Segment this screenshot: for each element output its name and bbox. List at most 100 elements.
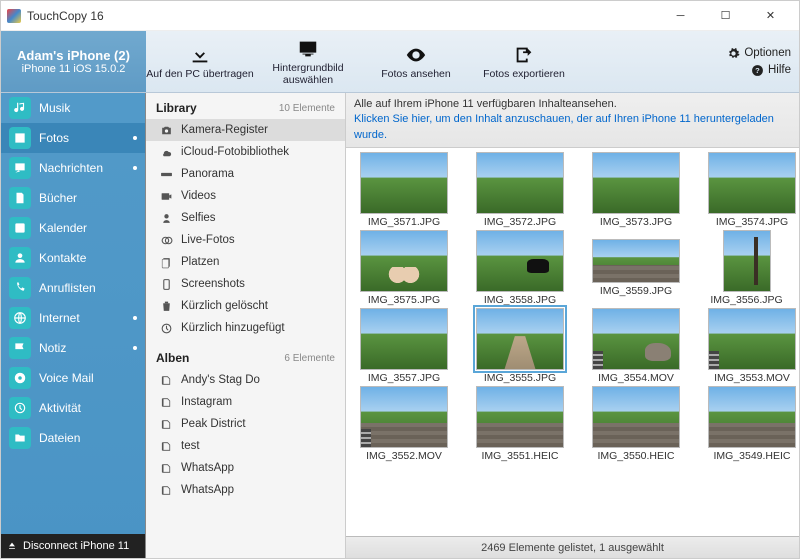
library-item[interactable]: Kürzlich gelöscht [146,295,345,317]
video-indicator-icon [593,351,603,369]
library-item-icon [160,256,173,269]
sidebar-item-label: Bücher [39,191,77,205]
album-icon [160,440,173,453]
thumbnail-label: IMG_3555.JPG [484,372,556,384]
library-item-label: Videos [181,190,216,202]
album-item[interactable]: Peak District [146,413,345,435]
sidebar-item-fotos[interactable]: Fotos [1,123,145,153]
photo-thumbnail[interactable]: IMG_3556.JPG [708,230,785,306]
photo-thumbnail[interactable]: IMG_3574.JPG [708,152,796,228]
sidebar-icon [9,427,31,449]
sidebar-item-label: Anruflisten [39,281,96,295]
sidebar-item-bücher[interactable]: Bücher [1,183,145,213]
library-item-icon [160,300,173,313]
thumbnail-label: IMG_3550.HEIC [597,450,674,462]
library-item[interactable]: Platzen [146,251,345,273]
photo-thumbnail[interactable]: IMG_3554.MOV [592,308,680,384]
info-bar: Alle auf Ihrem iPhone 11 verfügbaren Inh… [346,93,799,148]
export-photos-button[interactable]: Fotos exportieren [470,31,578,92]
help-label: Hilfe [768,64,791,76]
sidebar-item-label: Nachrichten [39,161,103,175]
set-wallpaper-button[interactable]: Hintergrundbild auswählen [254,31,362,92]
thumbnail-label: IMG_3554.MOV [598,372,674,384]
svg-text:?: ? [755,66,760,75]
sidebar-item-label: Internet [39,311,80,325]
sidebar-item-kontakte[interactable]: Kontakte [1,243,145,273]
thumbnail-image [592,308,680,370]
album-icon [160,484,173,497]
library-item[interactable]: Videos [146,185,345,207]
thumbnail-image [476,386,564,448]
photo-grid[interactable]: IMG_3571.JPGIMG_3572.JPGIMG_3573.JPGIMG_… [346,148,799,536]
library-item[interactable]: Screenshots [146,273,345,295]
library-pane: Library 10 Elemente Kamera-RegisteriClou… [146,93,346,558]
sidebar-item-notiz[interactable]: Notiz [1,333,145,363]
library-item[interactable]: Kamera-Register [146,119,345,141]
thumbnail-image [592,239,680,283]
library-item[interactable]: Live-Fotos [146,229,345,251]
library-item[interactable]: Panorama [146,163,345,185]
library-item-label: iCloud-Fotobibliothek [181,146,289,158]
photo-thumbnail[interactable]: IMG_3551.HEIC [476,386,564,462]
library-item-icon [160,234,173,247]
library-item-icon [160,322,173,335]
library-item[interactable]: Selfies [146,207,345,229]
album-item[interactable]: test [146,435,345,457]
photo-thumbnail[interactable]: IMG_3572.JPG [476,152,564,228]
album-item[interactable]: Andy's Stag Do [146,369,345,391]
album-item[interactable]: WhatsApp [146,479,345,501]
photo-thumbnail[interactable]: IMG_3575.JPG [360,230,448,306]
sidebar-item-internet[interactable]: Internet [1,303,145,333]
thumbnail-label: IMG_3556.JPG [710,294,782,306]
photo-thumbnail[interactable]: IMG_3550.HEIC [592,386,680,462]
sidebar-icon [9,277,31,299]
options-link[interactable]: Optionen [727,47,791,60]
thumbnail-image [708,308,796,370]
wallpaper-label: Hintergrundbild auswählen [254,62,362,86]
sidebar-icon [9,397,31,419]
library-item-icon [160,278,173,291]
photo-thumbnail[interactable]: IMG_3549.HEIC [708,386,796,462]
thumbnail-label: IMG_3558.JPG [484,294,556,306]
album-item[interactable]: WhatsApp [146,457,345,479]
thumbnail-image [723,230,771,292]
sidebar-item-nachrichten[interactable]: Nachrichten [1,153,145,183]
albums-count: 6 Elemente [284,353,335,364]
window-minimize-button[interactable]: ─ [658,4,703,28]
library-item[interactable]: iCloud-Fotobibliothek [146,141,345,163]
disconnect-button[interactable]: Disconnect iPhone 11 [1,534,145,558]
sidebar-item-voice mail[interactable]: Voice Mail [1,363,145,393]
sidebar-item-musik[interactable]: Musik [1,93,145,123]
photo-thumbnail[interactable]: IMG_3552.MOV [360,386,448,462]
photo-thumbnail[interactable]: IMG_3559.JPG [592,230,680,306]
photo-thumbnail[interactable]: IMG_3558.JPG [476,230,564,306]
library-item[interactable]: Kürzlich hinzugefügt [146,317,345,339]
sidebar-item-aktivität[interactable]: Aktivität [1,393,145,423]
photo-thumbnail[interactable]: IMG_3557.JPG [360,308,448,384]
transfer-to-pc-button[interactable]: Auf den PC übertragen [146,31,254,92]
sidebar-item-kalender[interactable]: 7Kalender [1,213,145,243]
photo-thumbnail[interactable]: IMG_3555.JPG [476,308,564,384]
help-link[interactable]: ? Hilfe [751,64,791,77]
photo-thumbnail[interactable]: IMG_3553.MOV [708,308,796,384]
view-photos-button[interactable]: Fotos ansehen [362,31,470,92]
photo-thumbnail[interactable]: IMG_3573.JPG [592,152,680,228]
sidebar-item-anruflisten[interactable]: Anruflisten [1,273,145,303]
info-download-link[interactable]: Klicken Sie hier, um den Inhalt anzuscha… [354,112,791,143]
sidebar-item-label: Kalender [39,221,87,235]
transfer-label: Auf den PC übertragen [146,68,253,80]
sidebar-item-dateien[interactable]: Dateien [1,423,145,453]
sidebar-icon [9,247,31,269]
window-maximize-button[interactable]: ☐ [703,4,748,28]
device-block[interactable]: Adam's iPhone (2) iPhone 11 iOS 15.0.2 [1,31,146,92]
photo-thumbnail[interactable]: IMG_3571.JPG [360,152,448,228]
sidebar-item-label: Voice Mail [39,371,94,385]
titlebar: TouchCopy 16 ─ ☐ ✕ [1,1,799,31]
thumbnail-label: IMG_3549.HEIC [713,450,790,462]
thumbnail-image [592,386,680,448]
unread-dot-icon [133,316,137,320]
library-item-label: Panorama [181,168,234,180]
window-close-button[interactable]: ✕ [748,4,793,28]
album-icon [160,462,173,475]
album-item[interactable]: Instagram [146,391,345,413]
